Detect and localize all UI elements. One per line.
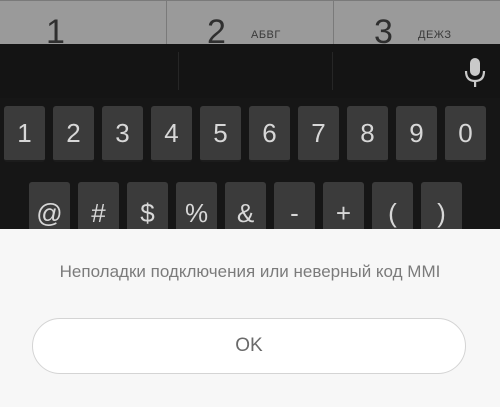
dialer-keypad: 1 2 АБВГ 3 ДЕЖЗ <box>0 0 500 44</box>
key-8[interactable]: 8 <box>347 106 388 162</box>
microphone-icon[interactable] <box>462 56 488 90</box>
key-9[interactable]: 9 <box>396 106 437 162</box>
key-2[interactable]: 2 <box>53 106 94 162</box>
dial-key-2[interactable]: 2 АБВГ <box>167 0 334 44</box>
key-0[interactable]: 0 <box>445 106 486 162</box>
key-5[interactable]: 5 <box>200 106 241 162</box>
dialog-message: Неполадки подключения или неверный код M… <box>59 262 441 281</box>
suggestion-divider <box>332 52 333 90</box>
key-6[interactable]: 6 <box>249 106 290 162</box>
key-4[interactable]: 4 <box>151 106 192 162</box>
dial-key-digit: 2 <box>207 13 226 44</box>
soft-keyboard: 1 2 3 4 5 6 7 8 9 0 @ # $ % & - + ( ) <box>0 44 500 242</box>
dial-key-digit: 3 <box>374 13 393 44</box>
key-3[interactable]: 3 <box>102 106 143 162</box>
suggestion-divider <box>178 52 179 90</box>
dial-key-letters: АБВГ <box>251 29 281 41</box>
keyboard-row-digits: 1 2 3 4 5 6 7 8 9 0 <box>4 106 486 162</box>
dial-key-1[interactable]: 1 <box>0 0 167 44</box>
suggestion-strip <box>0 44 500 98</box>
key-7[interactable]: 7 <box>298 106 339 162</box>
error-dialog: Неполадки подключения или неверный код M… <box>0 229 500 407</box>
key-1[interactable]: 1 <box>4 106 45 162</box>
dial-key-3[interactable]: 3 ДЕЖЗ <box>334 0 500 44</box>
dial-key-letters: ДЕЖЗ <box>418 29 452 41</box>
dial-key-digit: 1 <box>46 13 65 44</box>
ok-button[interactable]: OK <box>32 318 466 374</box>
screen: 1 2 АБВГ 3 ДЕЖЗ 1 2 3 4 5 6 7 8 9 0 @ # … <box>0 0 500 407</box>
